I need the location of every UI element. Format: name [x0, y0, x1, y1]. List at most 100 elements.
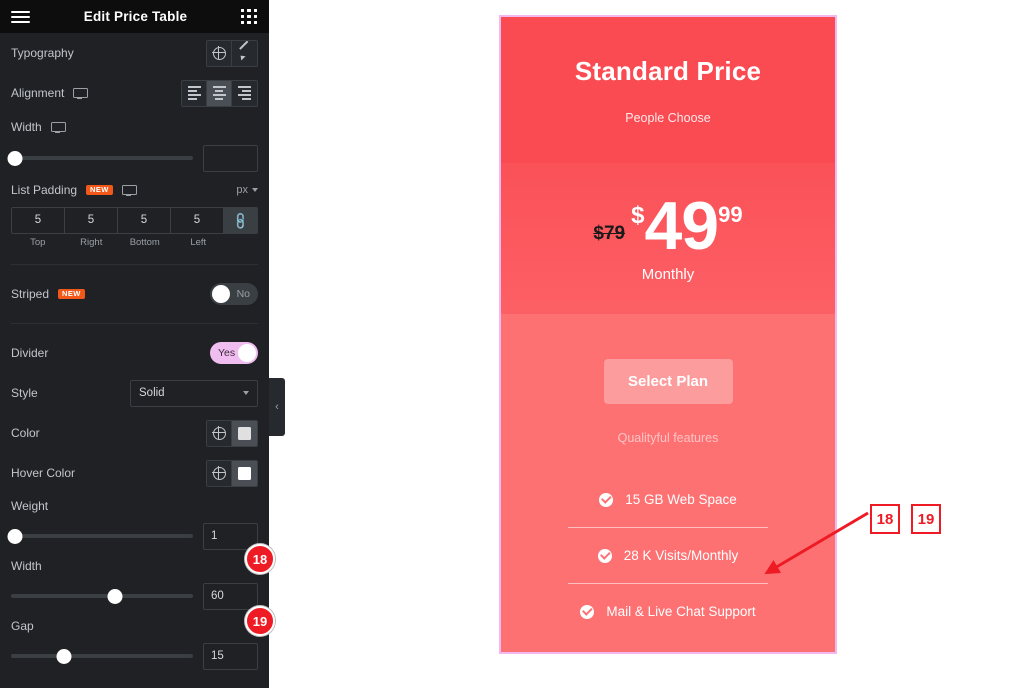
- price-period: Monthly: [641, 266, 695, 284]
- alignment-label-text: Alignment: [11, 86, 65, 100]
- card-title: Standard Price: [574, 55, 762, 86]
- padding-inputs: 5 5 5 5 🔗: [11, 207, 258, 234]
- width-label-text: Width: [11, 120, 42, 134]
- check-circle-icon: [599, 492, 614, 507]
- alignment-button-group: [181, 79, 258, 107]
- check-circle-icon: [580, 604, 595, 619]
- weight-input[interactable]: 1: [203, 522, 258, 550]
- padding-left-label: Left: [190, 237, 207, 248]
- desktop-icon[interactable]: [50, 122, 66, 133]
- list-padding-label: List Padding NEW: [11, 183, 137, 197]
- hover-color-swatch[interactable]: [232, 460, 257, 486]
- chevron-down-icon: [252, 188, 258, 192]
- original-price: $79: [593, 223, 626, 244]
- color-label: Color: [11, 426, 40, 440]
- striped-toggle[interactable]: No: [210, 283, 258, 305]
- feature-divider: [567, 583, 769, 584]
- typography-row: Typography: [11, 33, 258, 73]
- panel-collapse-tab[interactable]: ‹: [269, 378, 285, 436]
- check-circle-icon: [597, 548, 612, 563]
- color-swatch[interactable]: [232, 420, 257, 446]
- style-select[interactable]: Solid: [130, 379, 258, 407]
- padding-top-input[interactable]: 5: [12, 208, 64, 233]
- hover-color-controls: [206, 459, 258, 487]
- globe-icon[interactable]: [207, 460, 232, 486]
- elementor-panel: Edit Price Table Typography Alignment Wi…: [0, 0, 269, 688]
- pencil-icon[interactable]: [232, 40, 257, 66]
- hover-color-label: Hover Color: [11, 466, 76, 480]
- globe-icon[interactable]: [207, 420, 232, 446]
- style-label: Style: [11, 386, 38, 400]
- divider-toggle[interactable]: Yes: [210, 342, 258, 364]
- list-padding-label-text: List Padding: [11, 183, 78, 197]
- weight-slider[interactable]: [7, 528, 193, 544]
- unit-selector[interactable]: px: [236, 184, 258, 196]
- divider-width-input[interactable]: 60: [203, 582, 258, 610]
- color-controls: [206, 419, 258, 447]
- striped-row: Striped NEW No: [11, 274, 258, 314]
- color-row: Color: [11, 413, 258, 453]
- padding-top-label: Top: [30, 237, 46, 248]
- card-body: Select Plan Qualityful features 15 GB We…: [501, 314, 835, 652]
- alignment-row: Alignment: [11, 73, 258, 113]
- card-price-section: $79 $ 49 99 Monthly: [501, 163, 835, 314]
- typography-label: Typography: [11, 46, 74, 60]
- section-divider: [11, 323, 258, 324]
- width-label: Width: [11, 120, 66, 134]
- annotation-circle-19: 19: [245, 606, 275, 636]
- list-padding-row: List Padding NEW px: [11, 175, 258, 205]
- annotation-circle-18: 18: [245, 544, 275, 574]
- grid-dots-icon[interactable]: [241, 9, 258, 24]
- section-divider: [11, 264, 258, 265]
- width-input[interactable]: [203, 144, 258, 172]
- feature-label: 15 GB Web Space: [625, 492, 737, 507]
- unit-value: px: [236, 184, 248, 196]
- currency-symbol: $: [631, 201, 645, 229]
- cta-note: Qualityful features: [617, 431, 719, 445]
- hamburger-icon[interactable]: [11, 10, 30, 23]
- padding-right-label: Right: [80, 237, 103, 248]
- list-item: Mail & Live Chat Support: [580, 599, 756, 624]
- gap-slider[interactable]: [11, 648, 193, 664]
- feature-divider: [567, 527, 769, 528]
- gap-input[interactable]: 15: [203, 642, 258, 670]
- hover-color-row: Hover Color: [11, 453, 258, 493]
- align-left-button[interactable]: [182, 80, 207, 106]
- feature-label: Mail & Live Chat Support: [606, 604, 756, 619]
- striped-toggle-state: No: [236, 288, 250, 300]
- gap-label: Gap: [11, 619, 34, 633]
- panel-body: Typography Alignment Width List Padding …: [0, 33, 269, 673]
- width-slider[interactable]: [7, 150, 193, 166]
- price-integer: 49: [644, 187, 719, 264]
- style-value: Solid: [139, 387, 165, 399]
- list-item: 15 GB Web Space: [599, 487, 737, 512]
- link-icon[interactable]: 🔗: [224, 208, 257, 233]
- weight-row: Weight: [11, 493, 258, 519]
- striped-label-text: Striped: [11, 287, 50, 301]
- divider-width-row: Width: [11, 553, 258, 579]
- annotation-box-19: 19: [911, 504, 941, 534]
- price-fraction: 99: [718, 201, 743, 227]
- width-slider-row: [7, 141, 258, 175]
- width-row: Width: [11, 113, 258, 141]
- alignment-label: Alignment: [11, 86, 89, 100]
- list-item: 28 K Visits/Monthly: [597, 543, 739, 568]
- card-subtitle: People Choose: [625, 110, 711, 125]
- weight-label: Weight: [11, 499, 49, 513]
- desktop-icon[interactable]: [73, 88, 89, 99]
- chevron-left-icon: ‹: [275, 401, 279, 413]
- padding-bottom-input[interactable]: 5: [118, 208, 170, 233]
- align-center-button[interactable]: [207, 80, 232, 106]
- new-badge: NEW: [58, 288, 85, 300]
- desktop-icon[interactable]: [121, 185, 137, 196]
- card-header: Standard Price People Choose: [501, 17, 835, 163]
- feature-label: 28 K Visits/Monthly: [623, 548, 739, 563]
- align-right-button[interactable]: [232, 80, 257, 106]
- padding-left-input[interactable]: 5: [171, 208, 223, 233]
- select-plan-button[interactable]: Select Plan: [603, 359, 733, 404]
- panel-header: Edit Price Table: [0, 0, 269, 33]
- globe-icon[interactable]: [207, 40, 232, 66]
- typography-controls: [206, 39, 258, 67]
- divider-width-slider[interactable]: [11, 588, 193, 604]
- padding-right-input[interactable]: 5: [65, 208, 117, 233]
